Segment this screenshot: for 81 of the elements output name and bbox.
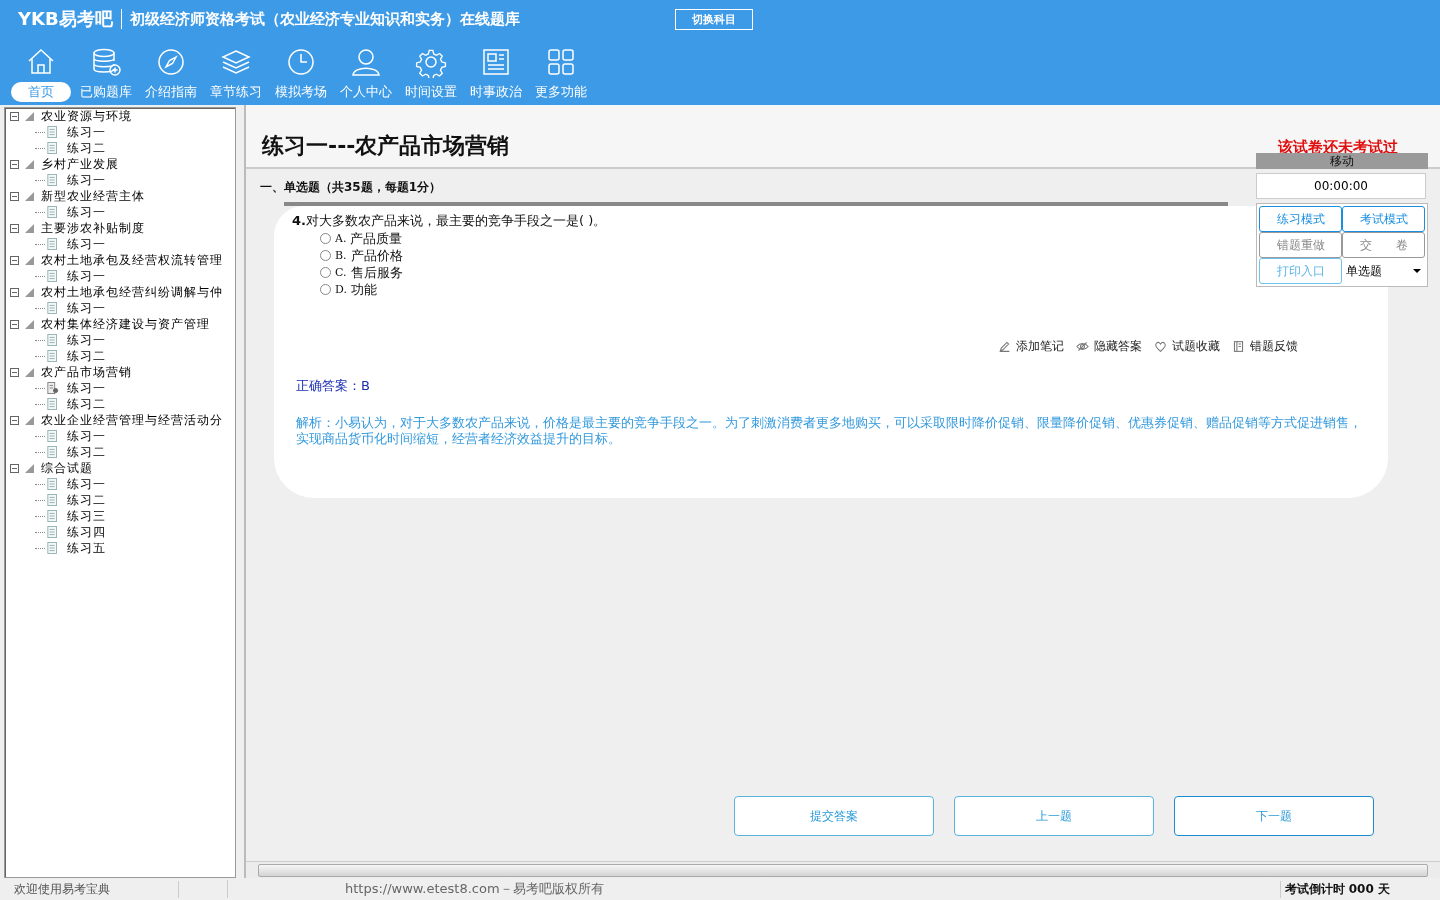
tool-link[interactable]: 错题反馈 bbox=[1232, 338, 1298, 355]
answer-option[interactable]: B. 产品价格 bbox=[320, 247, 403, 264]
section-heading: 一、单选题（共35题，每题1分） bbox=[259, 179, 443, 196]
expanded-toggle-icon[interactable] bbox=[10, 367, 19, 377]
folder-triangle-icon bbox=[25, 463, 34, 473]
radio-button[interactable] bbox=[320, 284, 331, 295]
app-logo: YKB易考吧 bbox=[18, 9, 122, 29]
tree-group[interactable]: 农业资源与环境 bbox=[40, 108, 133, 125]
heart-icon bbox=[1154, 340, 1167, 353]
tool-link[interactable]: 隐藏答案 bbox=[1076, 338, 1142, 355]
tree-item[interactable]: 练习一 bbox=[66, 123, 107, 141]
folder-triangle-icon bbox=[25, 415, 34, 425]
tree-item[interactable]: 练习二 bbox=[66, 139, 107, 157]
tree-item[interactable]: 练习一 bbox=[66, 475, 107, 493]
expanded-toggle-icon[interactable] bbox=[10, 415, 19, 425]
tree-group[interactable]: 农产品市场营销 bbox=[40, 363, 133, 381]
tree-group[interactable]: 农村集体经济建设与资产管理 bbox=[40, 315, 211, 333]
tree-item[interactable]: 练习四 bbox=[66, 523, 107, 541]
caret-icon bbox=[1413, 269, 1421, 273]
tree-group[interactable]: 农村土地承包及经营权流转管理 bbox=[40, 251, 224, 269]
answer-option[interactable]: A. 产品质量 bbox=[320, 230, 403, 247]
tree-item[interactable]: 练习二 bbox=[66, 395, 107, 413]
expanded-toggle-icon[interactable] bbox=[10, 255, 19, 265]
folder-triangle-icon bbox=[25, 111, 34, 121]
user-icon bbox=[349, 46, 382, 78]
folder-triangle-icon bbox=[25, 319, 34, 329]
correct-answer: 正确答案：B bbox=[296, 377, 371, 395]
mode-button[interactable]: 考试模式 bbox=[1342, 206, 1425, 232]
tree-group[interactable]: 农业企业经营管理与经营活动分 bbox=[40, 411, 224, 429]
tree-item[interactable]: 练习二 bbox=[66, 443, 107, 461]
eye-icon bbox=[1076, 340, 1089, 353]
notebook-icon bbox=[1232, 340, 1245, 353]
tree-group[interactable]: 农村土地承包经营纠纷调解与仲 bbox=[40, 283, 224, 301]
app-title: 初级经济师资格考试（农业经济专业知识和实务）在线题库 bbox=[129, 9, 521, 29]
mode-button[interactable]: 练习模式 bbox=[1259, 206, 1342, 232]
answer-option[interactable]: D. 功能 bbox=[320, 281, 377, 298]
folder-triangle-icon bbox=[25, 255, 34, 265]
pencil-icon bbox=[998, 340, 1011, 353]
tree-group[interactable]: 主要涉农补贴制度 bbox=[40, 219, 146, 237]
radio-button[interactable] bbox=[320, 267, 331, 278]
tree-item[interactable]: 练习二 bbox=[66, 491, 107, 509]
expanded-toggle-icon[interactable] bbox=[10, 223, 19, 233]
expanded-toggle-icon[interactable] bbox=[10, 159, 19, 169]
answer-option[interactable]: C. 售后服务 bbox=[320, 264, 403, 281]
welcome-text: 欢迎使用易考宝典 bbox=[0, 880, 179, 898]
tree-item[interactable]: 练习一 bbox=[66, 203, 107, 221]
expanded-toggle-icon[interactable] bbox=[10, 463, 19, 473]
question-text: 4.对大多数农产品来说，最主要的竞争手段之一是( )。 bbox=[292, 212, 607, 230]
radio-button[interactable] bbox=[320, 250, 331, 261]
answer-explanation: 解析：小易认为，对于大多数农产品来说，价格是最主要的竞争手段之一。为了刺激消费者更多地购买，可以采取限时降价促销、限量降价促销、优惠券促销、赠品促销等方式促进销售，实现商品货币化时间缩短，经营者经济效益提升的目标。 bbox=[296, 415, 1363, 447]
tool-link[interactable]: 试题收藏 bbox=[1154, 338, 1220, 355]
exam-title: 练习一---农产品市场营销 bbox=[262, 132, 510, 160]
tree-item[interactable]: 练习一 bbox=[66, 235, 107, 253]
tree-item[interactable]: 练习五 bbox=[66, 539, 107, 557]
tree-item[interactable]: 练习一 bbox=[66, 171, 107, 189]
folder-triangle-icon bbox=[25, 367, 34, 377]
tree-item[interactable]: 练习三 bbox=[66, 507, 107, 525]
expanded-toggle-icon[interactable] bbox=[10, 287, 19, 297]
folder-triangle-icon bbox=[25, 223, 34, 233]
expanded-toggle-icon[interactable] bbox=[10, 111, 19, 121]
scrollbar-thumb[interactable] bbox=[258, 863, 1428, 877]
tree-item[interactable]: 练习一 bbox=[66, 379, 107, 397]
tree-group[interactable]: 乡村产业发展 bbox=[40, 155, 120, 173]
folder-triangle-icon bbox=[25, 287, 34, 297]
expanded-toggle-icon[interactable] bbox=[10, 319, 19, 329]
radio-button[interactable] bbox=[320, 233, 331, 244]
tree-item[interactable]: 练习一 bbox=[66, 331, 107, 349]
folder-triangle-icon bbox=[25, 159, 34, 169]
tool-link[interactable]: 添加笔记 bbox=[998, 338, 1064, 355]
folder-triangle-icon bbox=[25, 191, 34, 201]
tree-item[interactable]: 练习一 bbox=[66, 267, 107, 285]
copyright-text: https://www.etest8.com－易考吧版权所有 bbox=[345, 880, 605, 898]
drag-handle[interactable]: 移动 bbox=[1256, 153, 1428, 169]
tree-item[interactable]: 练习一 bbox=[66, 427, 107, 445]
tree-item[interactable]: 练习二 bbox=[66, 347, 107, 365]
tree-group[interactable]: 新型农业经营主体 bbox=[40, 187, 146, 205]
tree-group[interactable]: 综合试题 bbox=[40, 459, 94, 477]
timer-display: 00:00:00 bbox=[1256, 173, 1426, 199]
tree-item[interactable]: 练习一 bbox=[66, 299, 107, 317]
expanded-toggle-icon[interactable] bbox=[10, 191, 19, 201]
exam-countdown: 考试倒计时 000 天 bbox=[1279, 880, 1390, 898]
